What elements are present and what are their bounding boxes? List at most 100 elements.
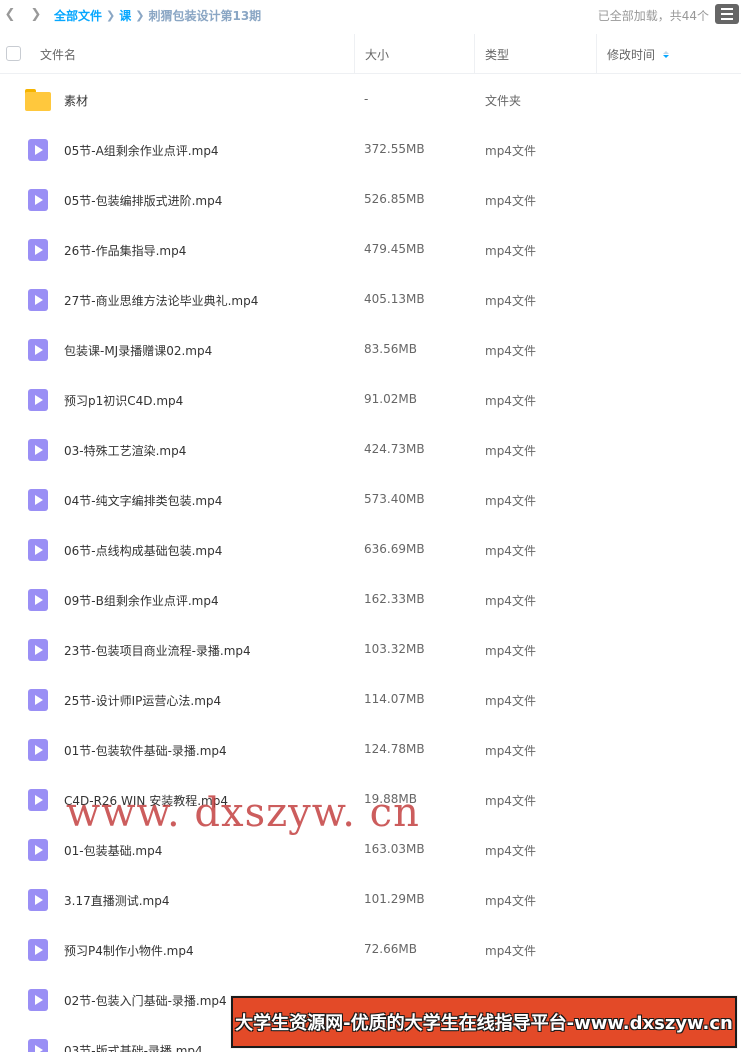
file-name[interactable]: C4D-R26 WIN 安装教程.mp4 [64,792,228,809]
video-icon [26,338,50,362]
file-type: mp4文件 [485,644,536,658]
video-icon [26,938,50,962]
video-icon [26,588,50,612]
select-all-checkbox[interactable] [6,46,21,61]
file-row[interactable]: 09节-B组剩余作业点评.mp4 162.33MB mp4文件 [0,575,741,625]
file-row[interactable]: 03-特殊工艺渲染.mp4 424.73MB mp4文件 [0,425,741,475]
video-icon [26,488,50,512]
video-icon [26,438,50,462]
file-type: mp4文件 [485,194,536,208]
file-name[interactable]: 预习p1初识C4D.mp4 [64,392,183,409]
file-row[interactable]: 26节-作品集指导.mp4 479.45MB mp4文件 [0,225,741,275]
file-row[interactable]: 包装课-MJ录播赠课02.mp4 83.56MB mp4文件 [0,325,741,375]
video-icon [26,188,50,212]
column-header-size-label: 大小 [365,47,390,62]
file-name[interactable]: 27节-商业思维方法论毕业典礼.mp4 [64,292,258,309]
chevron-right-icon: ❯ [135,9,145,22]
file-row[interactable]: 3.17直播测试.mp4 101.29MB mp4文件 [0,875,741,925]
file-type: mp4文件 [485,594,536,608]
file-name[interactable]: 23节-包装项目商业流程-录播.mp4 [64,642,251,659]
file-name[interactable]: 26节-作品集指导.mp4 [64,242,186,259]
load-status-text: 已全部加载，共44个 [597,9,709,23]
column-header-name[interactable]: 文件名 [40,34,76,74]
folder-icon [25,88,51,112]
chevron-right-icon: ❯ [106,9,116,22]
file-size: - [364,92,369,106]
video-icon [26,138,50,162]
back-arrow-icon[interactable]: ❮ [0,4,20,24]
file-name[interactable]: 09节-B组剩余作业点评.mp4 [64,592,219,609]
file-type: mp4文件 [485,294,536,308]
file-type: mp4文件 [485,744,536,758]
file-row[interactable]: 25节-设计师IP运营心法.mp4 114.07MB mp4文件 [0,675,741,725]
file-type: mp4文件 [485,794,536,808]
file-row[interactable]: 预习P4制作小物件.mp4 72.66MB mp4文件 [0,925,741,975]
file-name[interactable]: 04节-纯文字编排类包装.mp4 [64,492,222,509]
file-type: 文件夹 [485,94,522,108]
column-header-size[interactable]: 大小 [354,34,474,74]
file-name[interactable]: 03-特殊工艺渲染.mp4 [64,442,186,459]
video-icon [26,888,50,912]
file-size: 72.66MB [364,942,417,956]
file-size: 162.33MB [364,592,425,606]
file-name[interactable]: 01-包装基础.mp4 [64,842,162,859]
file-type: mp4文件 [485,444,536,458]
promo-banner: 大学生资源网-优质的大学生在线指导平台-www.dxszyw.cn [230,995,738,1049]
file-size: 91.02MB [364,392,417,406]
file-name[interactable]: 06节-点线构成基础包装.mp4 [64,542,222,559]
forward-arrow-icon[interactable]: ❯ [26,4,46,24]
file-row[interactable]: 23节-包装项目商业流程-录播.mp4 103.32MB mp4文件 [0,625,741,675]
file-type: mp4文件 [485,144,536,158]
file-type: mp4文件 [485,544,536,558]
file-row[interactable]: 素材 - 文件夹 [0,75,741,125]
file-row[interactable]: 预习p1初识C4D.mp4 91.02MB mp4文件 [0,375,741,425]
file-name[interactable]: 素材 [64,92,88,109]
file-row[interactable]: 06节-点线构成基础包装.mp4 636.69MB mp4文件 [0,525,741,575]
column-header-date[interactable]: 修改时间 [596,34,741,74]
breadcrumb-item-all-files[interactable]: 全部文件 [54,7,102,24]
file-size: 124.78MB [364,742,425,756]
file-row[interactable]: 01-包装基础.mp4 163.03MB mp4文件 [0,825,741,875]
table-header: 文件名 大小 类型 修改时间 [0,34,741,74]
sort-icon[interactable] [663,50,670,58]
column-header-type[interactable]: 类型 [474,34,596,74]
top-bar: ❮ ❯ 全部文件 ❯ 课 ❯ 刺猬包装设计第13期 已全部加载，共44个 [0,0,741,30]
file-name[interactable]: 25节-设计师IP运营心法.mp4 [64,692,221,709]
file-row[interactable]: 01节-包装软件基础-录播.mp4 124.78MB mp4文件 [0,725,741,775]
file-row[interactable]: 04节-纯文字编排类包装.mp4 573.40MB mp4文件 [0,475,741,525]
file-row[interactable]: 05节-包装编排版式进阶.mp4 526.85MB mp4文件 [0,175,741,225]
file-name[interactable]: 预习P4制作小物件.mp4 [64,942,194,959]
breadcrumb: 全部文件 ❯ 课 ❯ 刺猬包装设计第13期 [54,7,261,24]
video-icon [26,288,50,312]
file-name[interactable]: 3.17直播测试.mp4 [64,892,169,909]
file-type: mp4文件 [485,894,536,908]
video-icon [26,988,50,1012]
file-type: mp4文件 [485,694,536,708]
file-name[interactable]: 03节-版式基础-录播.mp4 [64,1042,203,1052]
file-type: mp4文件 [485,944,536,958]
file-list: 素材 - 文件夹 05节-A组剩余作业点评.mp4 372.55MB mp4文件 05节-包… [0,75,741,1052]
video-icon [26,238,50,262]
file-size: 372.55MB [364,142,425,156]
menu-list-icon[interactable] [715,4,739,24]
file-size: 103.32MB [364,642,425,656]
file-size: 526.85MB [364,192,425,206]
breadcrumb-item-course[interactable]: 课 [119,7,131,24]
promo-banner-text: 大学生资源网-优质的大学生在线指导平台-www.dxszyw.cn [235,1013,733,1034]
file-name[interactable]: 01节-包装软件基础-录播.mp4 [64,742,227,759]
file-row[interactable]: 27节-商业思维方法论毕业典礼.mp4 405.13MB mp4文件 [0,275,741,325]
file-name[interactable]: 05节-包装编排版式进阶.mp4 [64,192,222,209]
file-name[interactable]: 包装课-MJ录播赠课02.mp4 [64,342,212,359]
file-type: mp4文件 [485,394,536,408]
file-size: 163.03MB [364,842,425,856]
file-type: mp4文件 [485,844,536,858]
file-type: mp4文件 [485,344,536,358]
file-size: 573.40MB [364,492,425,506]
video-icon [26,788,50,812]
video-icon [26,538,50,562]
file-row[interactable]: 05节-A组剩余作业点评.mp4 372.55MB mp4文件 [0,125,741,175]
file-name[interactable]: 05节-A组剩余作业点评.mp4 [64,142,219,159]
file-size: 19.88MB [364,792,417,806]
file-row[interactable]: C4D-R26 WIN 安装教程.mp4 19.88MB mp4文件 [0,775,741,825]
file-name[interactable]: 02节-包装入门基础-录播.mp4 [64,992,227,1009]
